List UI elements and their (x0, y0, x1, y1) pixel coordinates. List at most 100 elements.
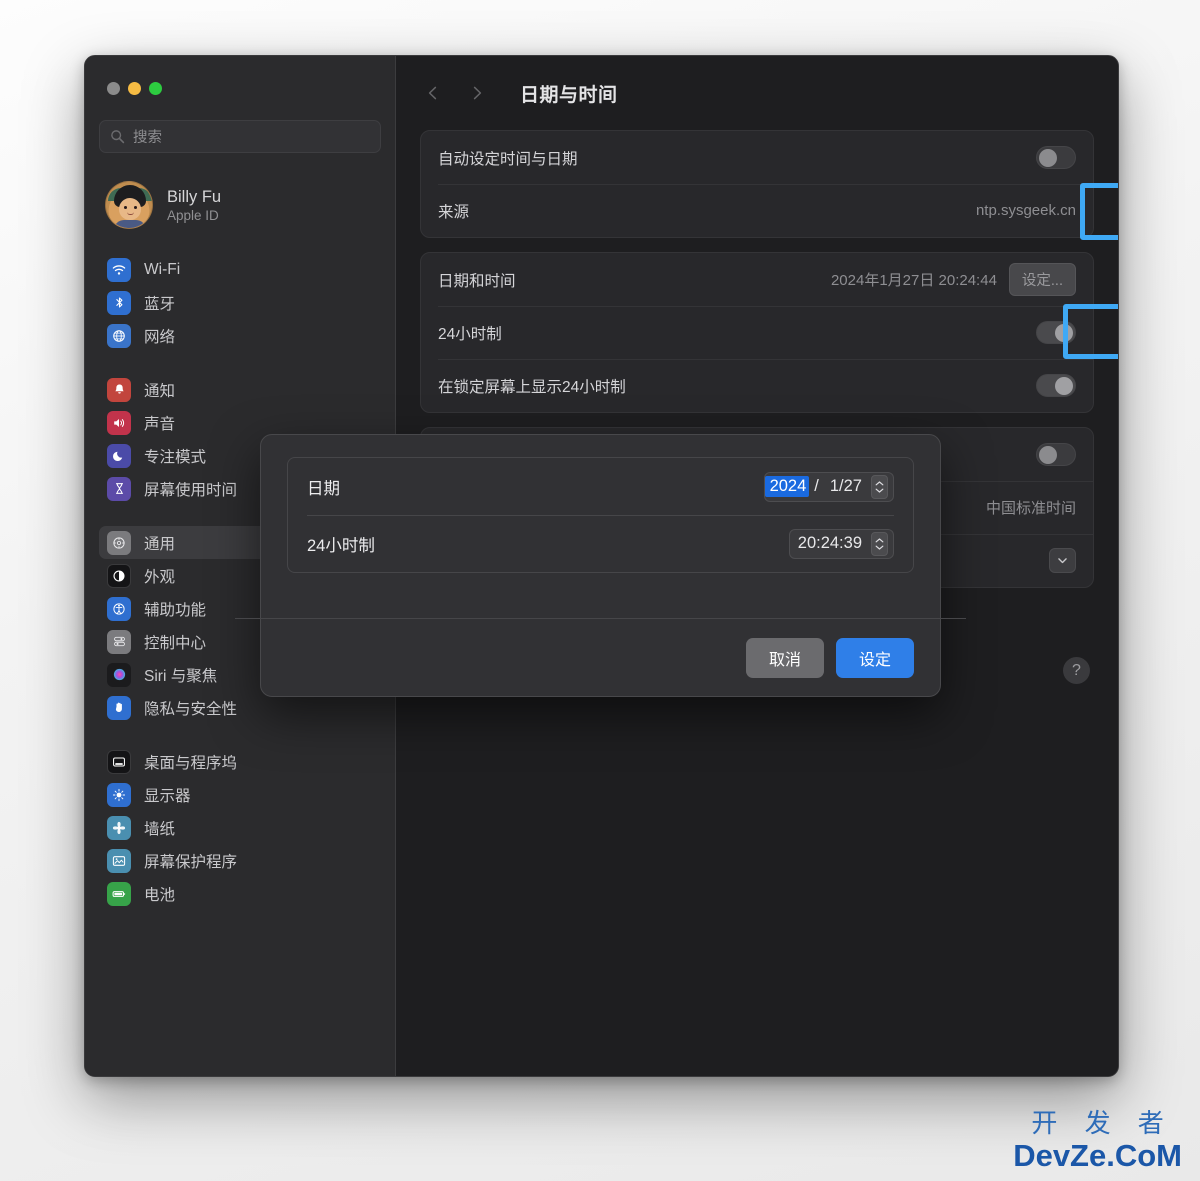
notifications-bell-icon (107, 377, 131, 402)
set-date-time-button[interactable]: 设定... (1008, 263, 1076, 296)
search-icon (110, 129, 125, 144)
sidebar-item-label: 显示器 (144, 787, 191, 805)
watermark-top: 开 发 者 (1031, 1108, 1174, 1138)
sidebar-item-label: 隐私与安全性 (144, 700, 238, 718)
account-subtitle: Apple ID (167, 207, 219, 223)
sidebar-item-label: Siri 与聚焦 (144, 667, 218, 685)
row-24-hour: 24小时制 (421, 306, 1093, 359)
time-stepper-buttons[interactable] (871, 531, 888, 556)
search-placeholder: 搜索 (133, 130, 162, 146)
minimize-button[interactable] (128, 82, 141, 95)
screen-time-hourglass-icon (107, 476, 131, 501)
search-field[interactable]: 搜索 (99, 120, 381, 153)
close-button[interactable] (107, 82, 120, 95)
help-button[interactable]: ? (1063, 657, 1090, 684)
sidebar-item-label: 通知 (144, 382, 176, 400)
row-time-source: 来源 ntp.sysgeek.cn (421, 184, 1093, 237)
sidebar-item-label: 电池 (144, 886, 176, 904)
bluetooth-icon (107, 290, 131, 315)
auto-set-time-toggle[interactable] (1036, 146, 1076, 169)
lockscreen-24-hour-toggle[interactable] (1036, 374, 1076, 397)
sidebar-item-label: Wi-Fi (144, 260, 181, 278)
date-stepper-buttons[interactable] (871, 474, 888, 499)
dialog-time-label: 24小时制 (307, 536, 375, 555)
chevron-right-icon (473, 86, 482, 100)
sidebar-item-label: 网络 (144, 328, 176, 346)
network-globe-icon (107, 323, 131, 348)
back-button[interactable] (418, 78, 448, 108)
wifi-icon (107, 257, 131, 282)
stepper-up-icon (875, 537, 884, 542)
focus-moon-icon (107, 443, 131, 468)
timezone-auto-toggle[interactable] (1036, 443, 1076, 466)
stepper-down-icon (875, 488, 884, 493)
battery-icon (107, 881, 131, 906)
chevron-down-icon (1058, 558, 1067, 564)
sidebar-item-label: 辅助功能 (144, 601, 207, 619)
stepper-down-icon (875, 545, 884, 550)
date-month-day-segment[interactable]: 1/27 (830, 478, 862, 495)
dialog-date-label: 日期 (307, 479, 340, 498)
time-stepper-field[interactable]: 20:24:39 (788, 528, 894, 559)
cancel-button[interactable]: 取消 (745, 637, 824, 678)
sidebar-item-label: 外观 (144, 568, 176, 586)
chevron-left-icon (428, 86, 437, 100)
dialog-row-date: 日期 2024 / 1/27 (288, 458, 913, 515)
toolbar: 日期与时间 (396, 56, 1118, 130)
dialog-row-time: 24小时制 20:24:39 (288, 515, 913, 572)
dialog-actions: 取消 设定 (287, 619, 914, 696)
forward-button[interactable] (462, 78, 492, 108)
sidebar-item-bluetooth[interactable]: 蓝牙 (99, 286, 381, 319)
window-traffic-lights (99, 56, 381, 95)
desktop-dock-icon (107, 749, 131, 774)
row-label: 自动设定时间与日期 (438, 150, 578, 168)
dialog-fields-group: 日期 2024 / 1/27 24小时制 20:24:39 (287, 457, 914, 573)
row-date-and-time: 日期和时间 2024年1月27日 20:24:44 设定... (421, 253, 1093, 306)
account-name: Billy Fu (167, 187, 222, 206)
row-auto-set-time: 自动设定时间与日期 (421, 131, 1093, 184)
apple-id-account-item[interactable]: Billy Fu Apple ID (99, 175, 381, 235)
24-hour-toggle[interactable] (1036, 321, 1076, 344)
dialog-divider (235, 618, 966, 619)
control-center-icon (107, 629, 131, 654)
appearance-contrast-icon (107, 563, 131, 588)
sound-speaker-icon (107, 410, 131, 435)
sidebar-item-label: 通用 (144, 535, 176, 553)
watermark: 开 发 者 DevZe.CoM (1013, 1110, 1182, 1171)
settings-group-date-time: 日期和时间 2024年1月27日 20:24:44 设定... 24小时制 在锁… (420, 252, 1094, 413)
sidebar-item-network[interactable]: 网络 (99, 319, 381, 352)
time-value-segment[interactable]: 20:24:39 (798, 535, 862, 552)
general-gear-icon (107, 530, 131, 555)
row-label: 来源 (438, 203, 470, 221)
row-label: 在锁定屏幕上显示24小时制 (438, 378, 626, 396)
sidebar-item-screensaver[interactable]: 屏幕保护程序 (99, 844, 381, 877)
timezone-dropdown[interactable] (1049, 548, 1076, 573)
screensaver-icon (107, 848, 131, 873)
sidebar-item-displays[interactable]: 显示器 (99, 778, 381, 811)
sidebar-item-label: 控制中心 (144, 634, 207, 652)
row-label: 日期和时间 (438, 272, 516, 290)
sidebar-item-wallpaper[interactable]: 墙纸 (99, 811, 381, 844)
sidebar-item-label: 墙纸 (144, 820, 176, 838)
wallpaper-icon (107, 815, 131, 840)
confirm-set-button[interactable]: 设定 (835, 637, 914, 678)
sidebar-item-desktop-dock[interactable]: 桌面与程序坞 (99, 745, 381, 778)
sidebar-group-network: Wi-Fi 蓝牙 网络 (99, 253, 381, 352)
watermark-bottom: DevZe.CoM (1013, 1138, 1182, 1173)
zoom-button[interactable] (149, 82, 162, 95)
page-title: 日期与时间 (520, 84, 618, 106)
date-year-segment[interactable]: 2024 (764, 476, 810, 497)
sidebar-item-label: 桌面与程序坞 (144, 754, 238, 772)
sidebar-item-label: 屏幕保护程序 (144, 853, 238, 871)
sidebar-item-battery[interactable]: 电池 (99, 877, 381, 910)
time-source-value: ntp.sysgeek.cn (975, 202, 1076, 219)
avatar (105, 181, 153, 229)
date-separator: / (814, 477, 819, 496)
stepper-up-icon (875, 480, 884, 485)
sidebar-group-desktop: 桌面与程序坞 显示器 墙纸 屏幕保护程序 电池 (99, 745, 381, 910)
row-lockscreen-24-hour: 在锁定屏幕上显示24小时制 (421, 359, 1093, 412)
date-stepper-field[interactable]: 2024 / 1/27 (763, 471, 894, 502)
accessibility-icon (107, 596, 131, 621)
sidebar-item-wifi[interactable]: Wi-Fi (99, 253, 381, 286)
sidebar-item-notifications[interactable]: 通知 (99, 373, 381, 406)
